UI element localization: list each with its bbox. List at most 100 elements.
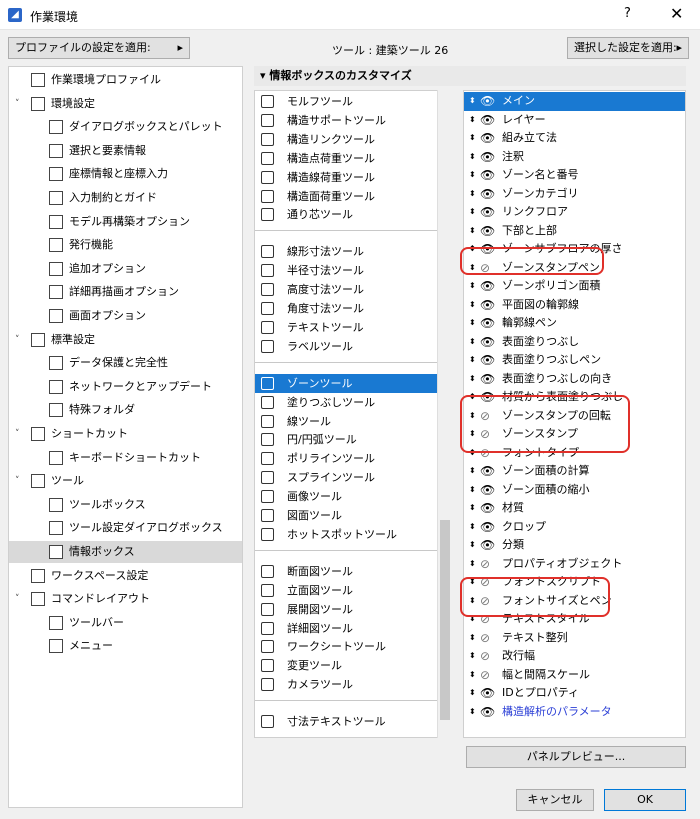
eye-icon[interactable]: 👁 <box>480 351 498 369</box>
tree-item[interactable]: ツール設定ダイアログボックス <box>9 517 242 539</box>
panel-item[interactable]: ⬍ 👁 IDとプロパティ <box>464 684 685 703</box>
drag-handle-icon[interactable]: ⬍ <box>469 333 476 351</box>
panel-item[interactable]: ⬍ 👁 分類 <box>464 536 685 555</box>
panel-item[interactable]: ⬍ 👁 表面塗りつぶしの向き <box>464 370 685 389</box>
tree-item[interactable]: ツールボックス <box>9 494 242 516</box>
drag-handle-icon[interactable]: ⬍ <box>469 555 476 573</box>
panel-item[interactable]: ⬍ 👁 材質 <box>464 499 685 518</box>
tool-list[interactable]: モルフツール 構造サポートツール 構造リンクツール 構造点荷重ツール 構造線荷重ツール構… <box>254 90 452 738</box>
tool-item[interactable]: ホットスポットツール <box>255 525 437 544</box>
tree-item[interactable]: メニュー <box>9 635 242 657</box>
tree-item[interactable]: データ保護と完全性 <box>9 352 242 374</box>
drag-handle-icon[interactable]: ⬍ <box>469 666 476 684</box>
panel-item[interactable]: ⬍ 👁 クロップ <box>464 518 685 537</box>
drag-handle-icon[interactable]: ⬍ <box>469 684 476 702</box>
tool-item[interactable]: 高度寸法ツール <box>255 280 437 299</box>
drag-handle-icon[interactable]: ⬍ <box>469 166 476 184</box>
drag-handle-icon[interactable]: ⬍ <box>469 703 476 721</box>
tool-item[interactable]: 詳細図ツール <box>255 619 437 638</box>
panel-item[interactable]: ⬍ 👁 下部と上部 <box>464 222 685 241</box>
panel-item[interactable]: ⬍ 👁 レイヤー <box>464 111 685 130</box>
tree-item[interactable]: 画面オプション <box>9 305 242 327</box>
tree-item[interactable]: 選択と要素情報 <box>9 140 242 162</box>
ok-button[interactable]: OK <box>604 789 686 811</box>
tool-item[interactable]: 展開図ツール <box>255 600 437 619</box>
panel-item[interactable]: ⬍ 👁 組み立て法 <box>464 129 685 148</box>
tool-item[interactable]: 角度寸法ツール <box>255 299 437 318</box>
drag-handle-icon[interactable]: ⬍ <box>469 351 476 369</box>
eye-icon[interactable]: 👁 <box>480 536 498 554</box>
drag-handle-icon[interactable]: ⬍ <box>469 92 476 110</box>
panel-item[interactable]: ⬍ ⊘ テキスト整列 <box>464 629 685 648</box>
scroll-thumb[interactable] <box>440 520 450 720</box>
panel-item[interactable]: ⬍ 👁 リンクフロア <box>464 203 685 222</box>
panel-item[interactable]: ⬍ 👁 ゾーン面積の縮小 <box>464 481 685 500</box>
panel-item[interactable]: ⬍ 👁 注釈 <box>464 148 685 167</box>
panel-item[interactable]: ⬍ 👁 表面塗りつぶし <box>464 333 685 352</box>
drag-handle-icon[interactable]: ⬍ <box>469 148 476 166</box>
expand-chevron-icon[interactable]: ˅ <box>15 423 20 445</box>
drag-handle-icon[interactable]: ⬍ <box>469 296 476 314</box>
eye-icon[interactable]: 👁 <box>480 333 498 351</box>
tool-item[interactable]: 線形寸法ツール <box>255 242 437 261</box>
tree-item[interactable]: 座標情報と座標入力 <box>9 163 242 185</box>
eye-icon[interactable]: 👁 <box>480 277 498 295</box>
eye-icon[interactable]: 👁 <box>480 148 498 166</box>
tool-item[interactable]: スプラインツール <box>255 468 437 487</box>
expand-chevron-icon[interactable]: ˅ <box>15 470 20 492</box>
eye-icon[interactable]: 👁 <box>480 481 498 499</box>
tool-item[interactable]: ラベルツール <box>255 337 437 356</box>
tool-item[interactable]: 構造リンクツール <box>255 130 437 149</box>
tree-item[interactable]: ˅ ショートカット <box>9 423 242 445</box>
eye-icon[interactable]: 👁 <box>480 129 498 147</box>
tree-item[interactable]: ネットワークとアップデート <box>9 376 242 398</box>
tool-item[interactable]: 線ツール <box>255 412 437 431</box>
tool-item[interactable]: 変更ツール <box>255 656 437 675</box>
eye-hidden-icon[interactable]: ⊘ <box>480 666 498 684</box>
tool-item[interactable]: ポリラインツール <box>255 449 437 468</box>
drag-handle-icon[interactable]: ⬍ <box>469 499 476 517</box>
drag-handle-icon[interactable]: ⬍ <box>469 185 476 203</box>
cancel-button[interactable]: キャンセル <box>516 789 594 811</box>
panel-item[interactable]: ⬍ 👁 ゾーンカテゴリ <box>464 185 685 204</box>
tree-item[interactable]: モデル再構築オプション <box>9 211 242 233</box>
tree-item[interactable]: ツールバー <box>9 612 242 634</box>
eye-icon[interactable]: 👁 <box>480 111 498 129</box>
expand-chevron-icon[interactable]: ˅ <box>15 588 20 610</box>
tool-item[interactable]: 画像ツール <box>255 487 437 506</box>
apply-profile-button[interactable]: プロファイルの設定を適用: <box>8 37 190 59</box>
drag-handle-icon[interactable]: ⬍ <box>469 518 476 536</box>
eye-icon[interactable]: 👁 <box>480 370 498 388</box>
close-button[interactable]: ✕ <box>670 4 683 23</box>
help-button[interactable]: ? <box>624 6 631 21</box>
tool-item[interactable]: 構造サポートツール <box>255 111 437 130</box>
tree-item[interactable]: ワークスペース設定 <box>9 565 242 587</box>
tool-list-scrollbar[interactable] <box>437 90 452 738</box>
panel-item[interactable]: ⬍ 👁 メイン <box>464 92 685 111</box>
eye-icon[interactable]: 👁 <box>480 92 498 110</box>
drag-handle-icon[interactable]: ⬍ <box>469 222 476 240</box>
tree-item[interactable]: ˅ 標準設定 <box>9 329 242 351</box>
tool-item[interactable]: 構造面荷重ツール <box>255 187 437 206</box>
drag-handle-icon[interactable]: ⬍ <box>469 536 476 554</box>
drag-handle-icon[interactable]: ⬍ <box>469 370 476 388</box>
panel-item[interactable]: ⬍ 👁 構造解析のパラメータ <box>464 703 685 722</box>
tool-item[interactable]: カメラツール <box>255 675 437 694</box>
tool-item[interactable]: ワークシートツール <box>255 637 437 656</box>
tool-item[interactable]: 塗りつぶしツール <box>255 393 437 412</box>
panel-item[interactable]: ⬍ 👁 ゾーン名と番号 <box>464 166 685 185</box>
tree-item[interactable]: 作業環境プロファイル <box>9 69 242 91</box>
drag-handle-icon[interactable]: ⬍ <box>469 462 476 480</box>
tool-item[interactable]: 構造点荷重ツール <box>255 149 437 168</box>
tree-item[interactable]: 発行機能 <box>9 234 242 256</box>
preferences-tree[interactable]: 作業環境プロファイル ˅ 環境設定 ダイアログボックスとパレット 選択と要素情報 座標情報… <box>8 66 243 808</box>
tree-item[interactable]: ˅ 環境設定 <box>9 93 242 115</box>
eye-icon[interactable]: 👁 <box>480 314 498 332</box>
tool-item[interactable]: 立面図ツール <box>255 581 437 600</box>
drag-handle-icon[interactable]: ⬍ <box>469 647 476 665</box>
tool-item[interactable]: 断面図ツール <box>255 562 437 581</box>
eye-icon[interactable]: 👁 <box>480 222 498 240</box>
drag-handle-icon[interactable]: ⬍ <box>469 277 476 295</box>
tool-item[interactable]: 半径寸法ツール <box>255 261 437 280</box>
tree-item[interactable]: ˅ コマンドレイアウト <box>9 588 242 610</box>
